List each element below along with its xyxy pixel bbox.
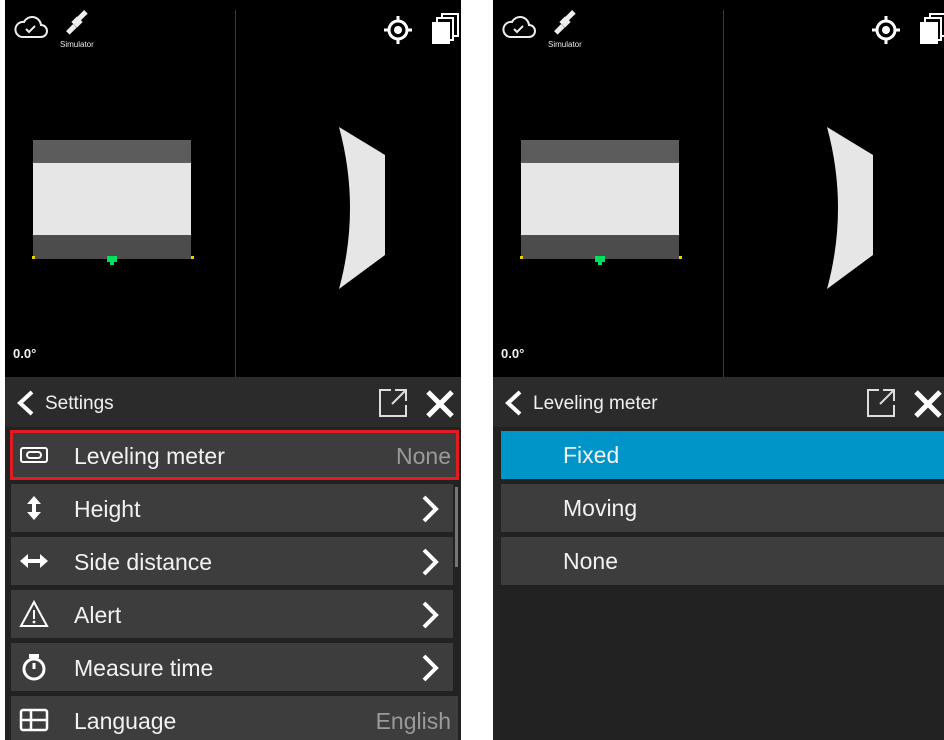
corner-marker [520, 256, 523, 259]
layers-icon[interactable] [430, 12, 460, 46]
option-label: None [563, 548, 618, 574]
panel-header: Leveling meter [493, 377, 944, 427]
cloud-sync-icon[interactable] [501, 13, 537, 41]
leveling-meter-screen: Simulator 0.0° Leveling meter Fixed Movi… [493, 0, 944, 740]
front-view-block [33, 140, 191, 259]
popout-icon[interactable] [377, 387, 409, 419]
settings-panel: Settings Leveling meter None Height Side… [5, 377, 461, 740]
center-marker-stem [110, 260, 114, 265]
back-chevron-icon[interactable] [502, 390, 526, 416]
chevron-right-icon [422, 654, 439, 682]
row-value: English [375, 708, 451, 734]
option-fixed[interactable]: Fixed [501, 431, 944, 479]
setting-row-alert[interactable]: Alert [11, 590, 453, 638]
leveling-meter-icon [20, 447, 48, 463]
panel-header: Settings [5, 377, 461, 427]
locate-target-icon[interactable] [871, 15, 901, 45]
chevron-right-icon [422, 548, 439, 576]
center-marker-stem [598, 260, 602, 265]
panel-title: Leveling meter [533, 393, 658, 414]
side-distance-arrow-icon [20, 554, 48, 568]
close-icon[interactable] [913, 389, 943, 419]
front-view-block [521, 140, 679, 259]
camera-viewport: Simulator 0.0° [493, 0, 944, 377]
simulator-label: Simulator [548, 40, 582, 49]
chevron-right-icon [422, 601, 439, 629]
cloud-sync-icon[interactable] [13, 13, 49, 41]
stopwatch-icon [22, 654, 46, 681]
scrollbar[interactable] [455, 487, 458, 567]
setting-row-measure-time[interactable]: Measure time [11, 643, 453, 691]
side-view-shape [827, 127, 873, 289]
close-icon[interactable] [425, 389, 455, 419]
chevron-right-icon [422, 495, 439, 523]
locate-target-icon[interactable] [383, 15, 413, 45]
language-table-icon [19, 708, 49, 732]
satellite-icon[interactable] [551, 8, 579, 36]
panel-title: Settings [45, 393, 114, 414]
back-chevron-icon[interactable] [14, 390, 38, 416]
satellite-icon[interactable] [63, 8, 91, 36]
row-value: None [396, 443, 451, 469]
height-arrow-icon [27, 496, 41, 520]
angle-readout: 0.0° [13, 346, 37, 361]
side-view-shape [339, 127, 385, 289]
corner-marker [679, 256, 682, 259]
alert-triangle-icon [19, 600, 49, 627]
corner-marker [191, 256, 194, 259]
corner-marker [32, 256, 35, 259]
setting-row-language[interactable]: Language English [11, 696, 458, 740]
row-label: Side distance [74, 549, 213, 575]
settings-screen: Simulator 0.0° Settings Leveling meter N… [5, 0, 461, 740]
row-label: Language [74, 708, 177, 734]
row-label: Alert [74, 602, 122, 628]
popout-icon[interactable] [865, 387, 897, 419]
option-none[interactable]: None [501, 537, 944, 585]
simulator-label: Simulator [60, 40, 94, 49]
row-label: Height [74, 496, 141, 522]
camera-viewport: Simulator 0.0° [5, 0, 461, 377]
option-label: Moving [563, 495, 638, 521]
option-label: Fixed [563, 442, 620, 468]
angle-readout: 0.0° [501, 346, 525, 361]
viewport-divider [235, 10, 236, 377]
setting-row-leveling-meter[interactable]: Leveling meter None [10, 430, 459, 480]
row-label: Measure time [74, 655, 214, 681]
viewport-divider [723, 10, 724, 377]
leveling-meter-panel: Leveling meter Fixed Moving None [493, 377, 944, 740]
setting-row-height[interactable]: Height [11, 484, 453, 532]
row-label: Leveling meter [74, 443, 225, 469]
setting-row-side-distance[interactable]: Side distance [11, 537, 453, 585]
option-moving[interactable]: Moving [501, 484, 944, 532]
layers-icon[interactable] [918, 12, 944, 46]
